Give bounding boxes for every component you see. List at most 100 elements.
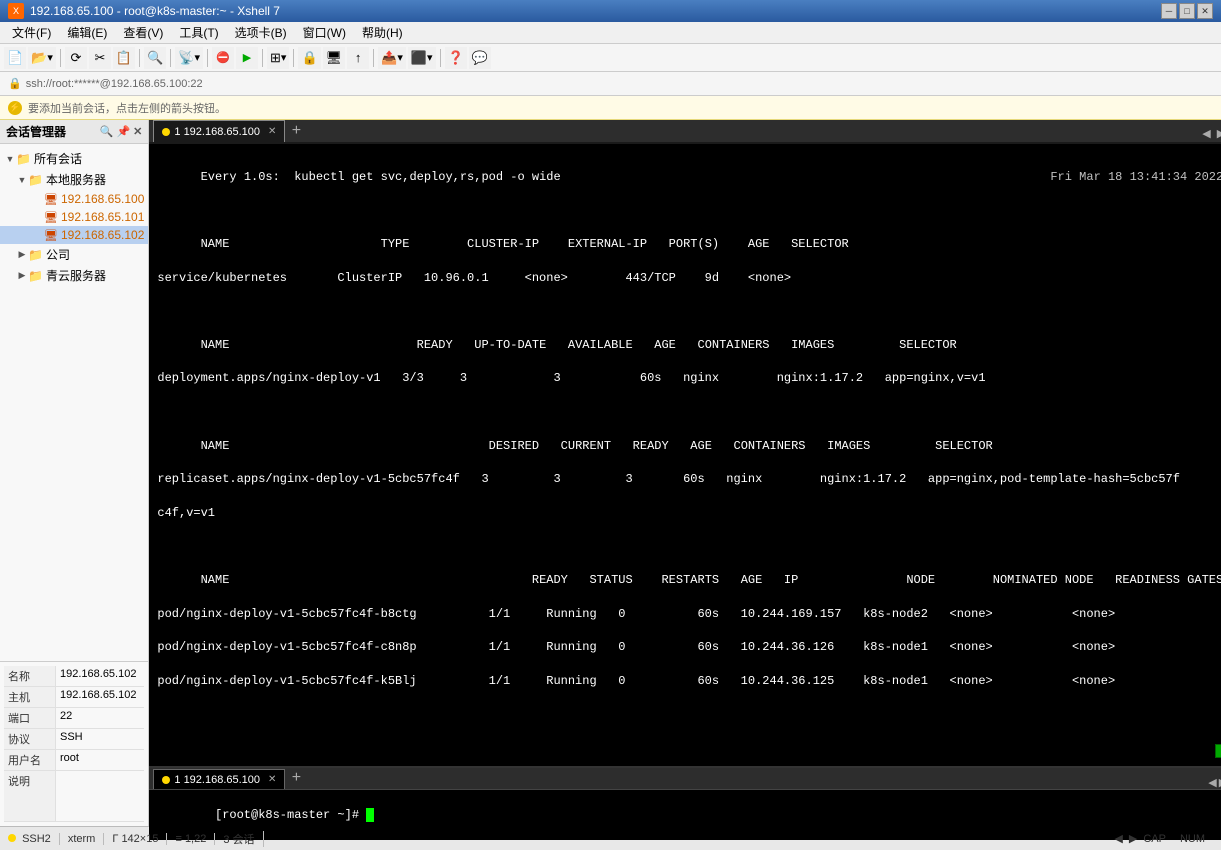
tree-item-qingyun[interactable]: ▶ 📁 青云服务器 xyxy=(0,265,148,286)
pod-row1: pod/nginx-deploy-v1-5cbc57fc4f-b8ctg 1/1… xyxy=(157,607,1115,621)
tree-item-local[interactable]: ▼ 📁 本地服务器 xyxy=(0,169,148,190)
info-row-port: 端口 22 xyxy=(4,708,144,729)
toolbar-btn-11[interactable]: ↑ xyxy=(347,47,369,69)
cursor xyxy=(366,808,374,822)
toolbar-btn-10[interactable]: 🖥 xyxy=(323,47,346,69)
tab-nav-left[interactable]: ◀ xyxy=(1200,125,1212,142)
menu-help[interactable]: 帮助(H) xyxy=(354,22,411,43)
pin-icon[interactable]: 📌 xyxy=(116,125,130,138)
toolbar: 📄 📂▾ ⟳ ✂ 📋 🔍 📡▾ ⛔ ▶ ⊞▾ 🔒 🖥 ↑ 📤▾ ⬛▾ ❓ 💬 xyxy=(0,44,1221,72)
toolbar-layout-btn[interactable]: ⊞▾ xyxy=(267,47,289,69)
terminal-bottom-content[interactable]: [root@k8s-master ~]# xyxy=(149,790,1221,840)
info-label-port: 端口 xyxy=(4,708,56,728)
bottom-tab-1[interactable]: 1 192.168.65.100 ✕ xyxy=(153,769,285,789)
terminal-output-top[interactable]: Every 1.0s: kubectl get svc,deploy,rs,po… xyxy=(149,144,1221,766)
info-label-desc: 说明 xyxy=(4,771,56,821)
window-controls[interactable]: ─ □ ✕ xyxy=(1161,3,1213,19)
close-button[interactable]: ✕ xyxy=(1197,3,1213,19)
menu-tabs[interactable]: 选项卡(B) xyxy=(227,22,295,43)
address-prefix: 🔒 xyxy=(8,77,22,90)
status-nav-left[interactable]: ◀ xyxy=(1114,832,1122,845)
menu-view[interactable]: 查看(V) xyxy=(115,22,171,43)
toolbar-sep-6 xyxy=(293,49,294,67)
info-value-desc xyxy=(56,771,144,821)
search-icon[interactable]: 🔍 xyxy=(100,125,114,138)
toolbar-btn-3[interactable]: ✂ xyxy=(89,47,111,69)
top-tab-bar: 1 192.168.65.100 ✕ + ◀ ▶ xyxy=(149,120,1221,144)
info-value-port: 22 xyxy=(56,708,144,728)
toolbar-btn-7[interactable]: ⛔ xyxy=(212,47,234,69)
expand-company[interactable]: ▶ xyxy=(16,249,28,260)
status-pos-value: 1,22 xyxy=(185,833,206,845)
bottom-nav-left[interactable]: ◀ xyxy=(1208,776,1216,789)
status-caps: CAP xyxy=(1143,833,1174,845)
tree-item-all[interactable]: ▼ 📁 所有会话 xyxy=(0,148,148,169)
toolbar-sep-1 xyxy=(60,49,61,67)
toolbar-btn-6[interactable]: 📡▾ xyxy=(175,47,203,69)
toolbar-sep-2 xyxy=(139,49,140,67)
info-row-protocol: 协议 SSH xyxy=(4,729,144,750)
terminal-container: 1 192.168.65.100 ✕ + ◀ ▶ Every 1.0s: kub… xyxy=(149,120,1221,826)
toolbar-btn-5[interactable]: 🔍 xyxy=(144,47,166,69)
tree-item-s102[interactable]: 🖥 192.168.65.102 xyxy=(0,226,148,244)
toolbar-sep-3 xyxy=(170,49,171,67)
info-value-name: 192.168.65.102 xyxy=(56,666,144,686)
toolbar-help-btn[interactable]: ❓ xyxy=(445,47,467,69)
expand-qingyun[interactable]: ▶ xyxy=(16,270,28,281)
toolbar-open-btn[interactable]: 📂▾ xyxy=(28,47,56,69)
menu-window[interactable]: 窗口(W) xyxy=(295,22,354,43)
menu-bar: 文件(F) 编辑(E) 查看(V) 工具(T) 选项卡(B) 窗口(W) 帮助(… xyxy=(0,22,1221,44)
deploy-header: NAME READY UP-TO-DATE AVAILABLE AGE CONT… xyxy=(201,338,957,352)
bottom-tab-nav: ◀ ▶ xyxy=(1208,776,1221,789)
toolbar-btn-4[interactable]: 📋 xyxy=(113,47,135,69)
tab-nav-right[interactable]: ▶ xyxy=(1215,125,1221,142)
bottom-tab-add[interactable]: + xyxy=(285,767,307,789)
maximize-button[interactable]: □ xyxy=(1179,3,1195,19)
tree-item-company[interactable]: ▶ 📁 公司 xyxy=(0,244,148,265)
terminal-tab-1[interactable]: 1 192.168.65.100 ✕ xyxy=(153,120,285,142)
tab-label-1: 1 192.168.65.100 xyxy=(174,126,260,138)
tree-item-s101[interactable]: 🖥 192.168.65.101 xyxy=(0,208,148,226)
menu-file[interactable]: 文件(F) xyxy=(4,22,59,43)
close-sidebar-icon[interactable]: ✕ xyxy=(133,125,142,138)
toolbar-btn-8[interactable]: ▶ xyxy=(236,47,258,69)
tree-label-s101: 192.168.65.101 xyxy=(61,210,144,224)
tab-nav: ◀ ▶ xyxy=(1200,125,1221,142)
toolbar-split-btn[interactable]: ⬛▾ xyxy=(408,47,436,69)
expand-local[interactable]: ▼ xyxy=(16,175,28,185)
prompt: [root@k8s-master ~]# xyxy=(215,808,366,822)
tree-label-s102: 192.168.65.102 xyxy=(61,228,144,242)
toolbar-chat-btn[interactable]: 💬 xyxy=(469,47,491,69)
tree-item-s100[interactable]: 🖥 192.168.65.100 xyxy=(0,190,148,208)
menu-tools[interactable]: 工具(T) xyxy=(171,22,226,43)
title-bar-left: X 192.168.65.100 - root@k8s-master:~ - X… xyxy=(8,3,280,19)
status-num: NUM xyxy=(1180,833,1213,845)
info-value-protocol: SSH xyxy=(56,729,144,749)
svc-header: NAME TYPE CLUSTER-IP EXTERNAL-IP PORT(S)… xyxy=(201,237,849,251)
deploy-row: deployment.apps/nginx-deploy-v1 3/3 3 3 … xyxy=(157,371,985,385)
sidebar-title: 会话管理器 xyxy=(6,123,66,140)
toolbar-new-btn[interactable]: 📄 xyxy=(4,47,26,69)
title-bar: X 192.168.65.100 - root@k8s-master:~ - X… xyxy=(0,0,1221,22)
status-nav-right[interactable]: ▶ xyxy=(1129,832,1137,845)
info-row-host: 主机 192.168.65.102 xyxy=(4,687,144,708)
notice-icon: ⚡ xyxy=(8,101,22,115)
rs-header: NAME DESIRED CURRENT READY AGE CONTAINER… xyxy=(201,439,993,453)
menu-edit[interactable]: 编辑(E) xyxy=(59,22,115,43)
toolbar-btn-2[interactable]: ⟳ xyxy=(65,47,87,69)
bottom-tab-close[interactable]: ✕ xyxy=(268,774,276,785)
pod-row2: pod/nginx-deploy-v1-5cbc57fc4f-c8n8p 1/1… xyxy=(157,640,1115,654)
toolbar-btn-12[interactable]: 📤▾ xyxy=(378,47,406,69)
info-panel: 名称 192.168.65.102 主机 192.168.65.102 端口 2… xyxy=(0,661,148,826)
tab-add-button[interactable]: + xyxy=(285,120,307,142)
notice-text: 要添加当前会话，点击左侧的箭头按钮。 xyxy=(28,100,226,116)
toolbar-btn-9[interactable]: 🔒 xyxy=(298,47,320,69)
info-value-host: 192.168.65.102 xyxy=(56,687,144,707)
tree-label-qingyun: 青云服务器 xyxy=(46,267,106,284)
address-bar: 🔒 ssh://root:******@192.168.65.100:22 xyxy=(0,72,1221,96)
minimize-button[interactable]: ─ xyxy=(1161,3,1177,19)
status-sessions: 3 会话 xyxy=(223,831,263,847)
expand-all[interactable]: ▼ xyxy=(4,154,16,164)
tab-close-1[interactable]: ✕ xyxy=(268,126,276,137)
tree-label-local: 本地服务器 xyxy=(46,171,106,188)
